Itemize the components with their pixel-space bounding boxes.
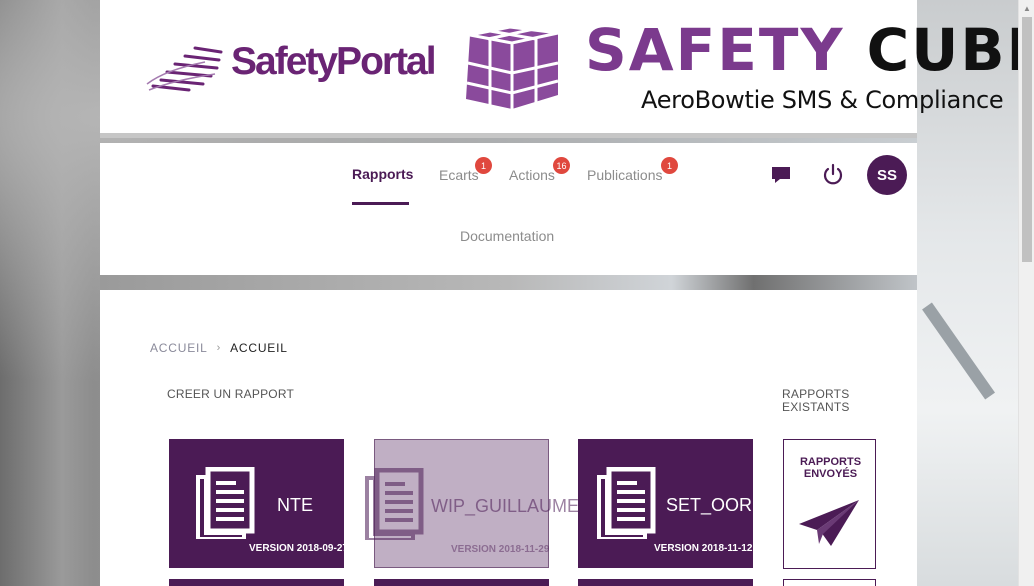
sent-reports-row2[interactable] xyxy=(783,579,876,586)
nav-item-ecarts[interactable]: Ecarts xyxy=(439,167,479,183)
report-tile-version: VERSION 2018-11-29 xyxy=(451,544,550,555)
create-report-label: CREER UN RAPPORT xyxy=(167,387,294,401)
background-strip xyxy=(100,275,917,290)
safety-cube-logo-icon xyxy=(466,25,559,109)
tagline: AeroBowtie SMS & Compliance xyxy=(641,86,1004,114)
nav-item-publications[interactable]: Publications xyxy=(587,167,663,183)
user-avatar[interactable]: SS xyxy=(867,155,907,195)
report-tile-row2-3[interactable] xyxy=(578,579,753,586)
publications-badge: 1 xyxy=(661,157,678,174)
sent-reports-button[interactable]: RAPPORTS ENVOYÉS xyxy=(783,439,876,569)
report-tile-row2-2[interactable] xyxy=(374,579,549,586)
ecarts-badge: 1 xyxy=(475,157,492,174)
safety-cube-title-part1: SAFETY xyxy=(585,16,845,84)
nav-active-indicator xyxy=(352,202,409,205)
report-tile-set-oor[interactable]: SET_OOR VERSION 2018-11-12 xyxy=(578,439,753,568)
actions-badge: 16 xyxy=(553,157,570,174)
sent-reports-label: RAPPORTS ENVOYÉS xyxy=(799,456,862,480)
chat-icon[interactable] xyxy=(770,165,792,185)
scroll-thumb[interactable] xyxy=(1022,17,1032,262)
existing-reports-label: RAPPORTS EXISTANTS xyxy=(782,387,850,414)
power-icon[interactable] xyxy=(821,163,845,187)
report-tile-version: VERSION 2018-09-27 xyxy=(249,543,344,554)
breadcrumb-current: ACCUEIL xyxy=(230,341,288,355)
document-icon xyxy=(196,467,255,539)
report-tile-nte[interactable]: NTE VERSION 2018-09-27 xyxy=(169,439,344,568)
report-tile-wip-guillaume[interactable]: WIP_GUILLAUME VERSION 2018-11-29 xyxy=(365,439,579,568)
main-nav: Rapports Ecarts 1 Actions 16 Publication… xyxy=(100,143,917,275)
vertical-scrollbar[interactable]: ▲ xyxy=(1018,0,1034,586)
breadcrumb-chevron-icon: › xyxy=(216,342,222,354)
main-content: ACCUEIL › ACCUEIL CREER UN RAPPORT RAPPO… xyxy=(100,290,917,586)
document-icon xyxy=(597,467,656,539)
document-icon xyxy=(365,468,424,540)
report-tile-name: SET_OOR xyxy=(666,495,753,515)
paper-plane-icon xyxy=(799,500,859,546)
nav-item-actions[interactable]: Actions xyxy=(509,167,555,183)
safetyportal-logo-text: SafetyPortal xyxy=(231,40,437,83)
safety-cube-title: SAFETY CUBE xyxy=(585,16,1034,84)
safety-cube-title-part2: CUBE xyxy=(866,16,1034,84)
safetyportal-swirl-icon xyxy=(146,46,223,92)
report-tile-row2-1[interactable] xyxy=(169,579,344,586)
nav-item-rapports[interactable]: Rapports xyxy=(352,166,413,182)
report-tile-name: NTE xyxy=(277,495,313,515)
nav-item-documentation[interactable]: Documentation xyxy=(460,228,554,244)
breadcrumb-link-accueil[interactable]: ACCUEIL xyxy=(150,341,208,355)
report-tile-version: VERSION 2018-11-12 xyxy=(654,543,753,554)
scroll-up-arrow-icon[interactable]: ▲ xyxy=(1019,0,1034,16)
report-tile-name: WIP_GUILLAUME xyxy=(431,496,580,516)
app-header: SafetyPortal SAFETY CUBE AeroBowtie SMS … xyxy=(100,0,1034,138)
breadcrumb: ACCUEIL › ACCUEIL xyxy=(150,341,288,355)
